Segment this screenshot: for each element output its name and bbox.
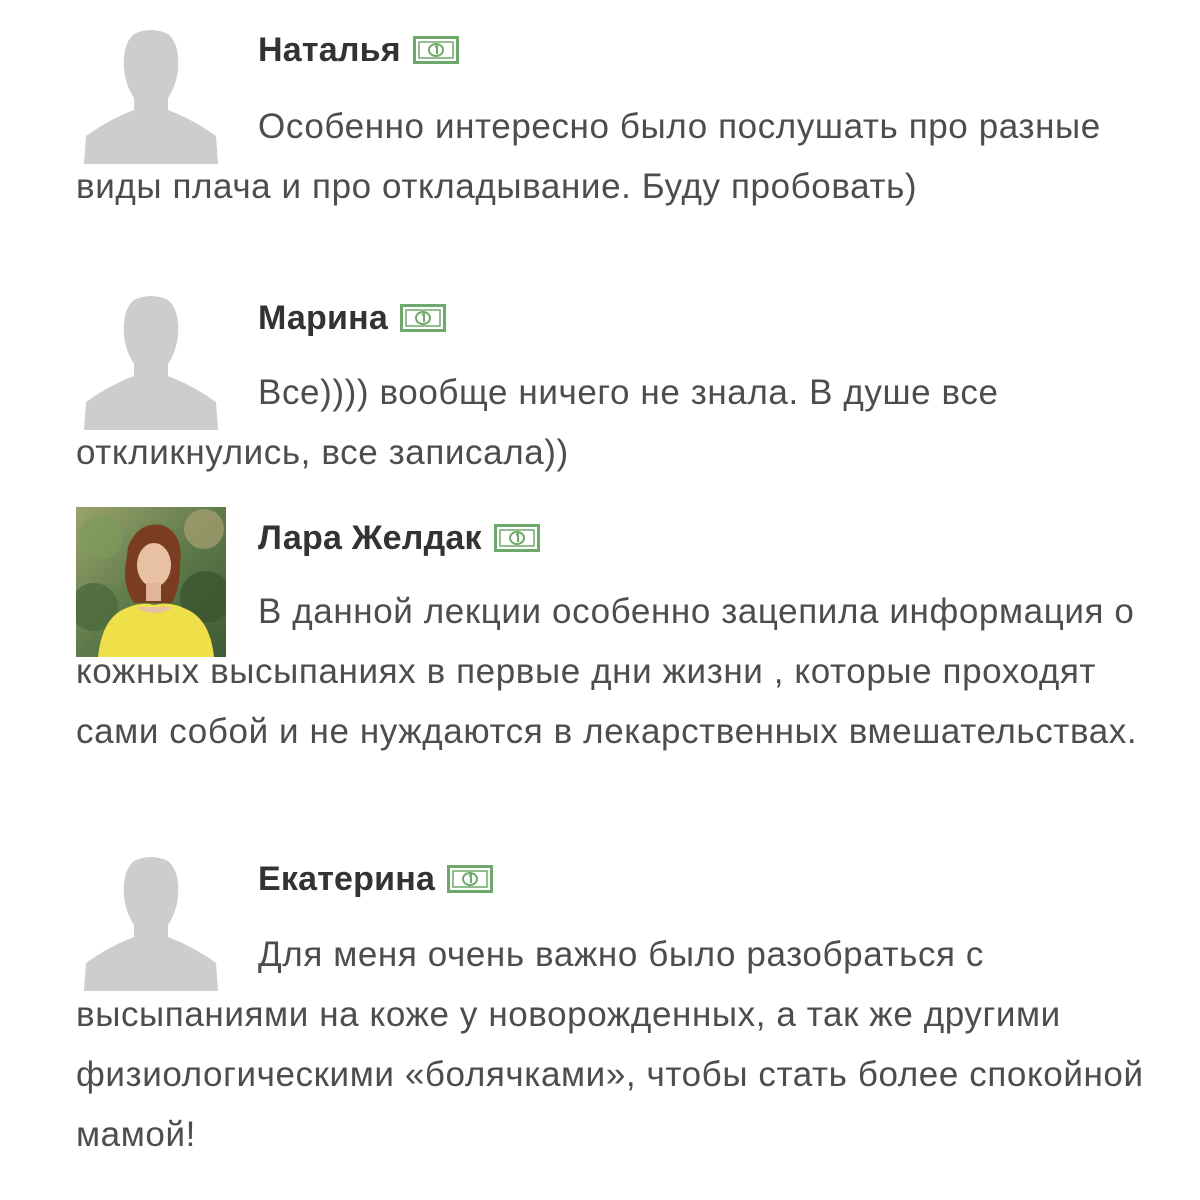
comment-author[interactable]: Марина xyxy=(258,299,388,338)
comment-text: Особенно интересно было послушать про ра… xyxy=(76,107,1101,206)
money-bill-icon xyxy=(399,304,446,332)
money-bill-icon xyxy=(493,524,540,552)
comment-text: Все)))) вообще ничего не знала. В душе в… xyxy=(76,373,999,472)
comment-text: Для меня очень важно было разобраться с … xyxy=(76,935,1144,1154)
money-bill-icon xyxy=(447,865,494,893)
comment-author[interactable]: Наталья xyxy=(258,31,401,70)
comment-author[interactable]: Лара Желдак xyxy=(258,519,482,558)
money-bill-icon xyxy=(412,36,459,64)
comment-text: В данной лекции особенно зацепила информ… xyxy=(76,592,1138,751)
comment-author[interactable]: Екатерина xyxy=(258,860,435,899)
